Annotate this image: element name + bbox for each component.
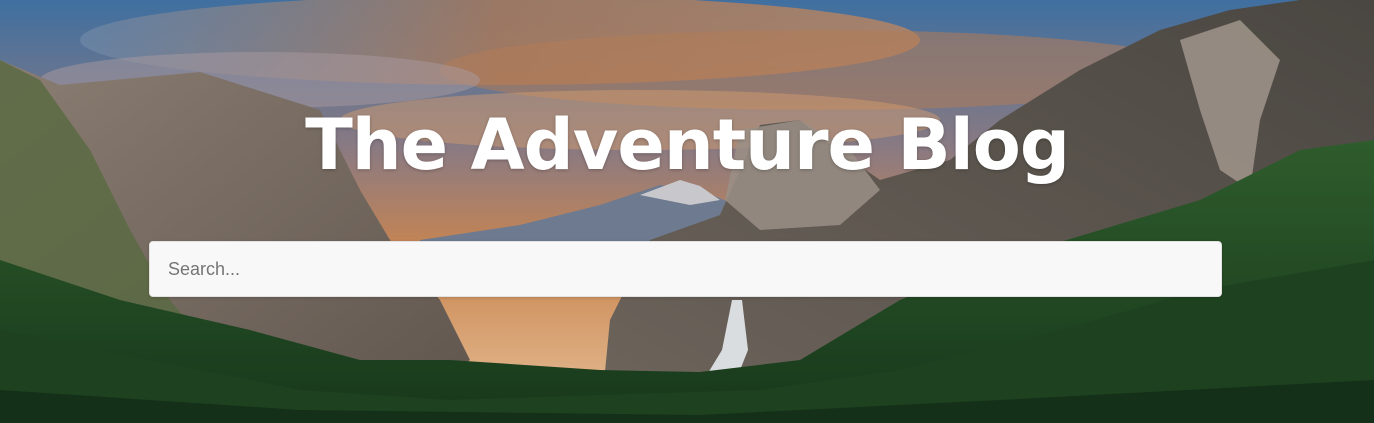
page-title: The Adventure Blog	[305, 104, 1070, 186]
search-bar	[149, 241, 1222, 297]
search-input[interactable]	[149, 241, 1222, 297]
hero-background-image	[0, 0, 1374, 423]
hero-banner: The Adventure Blog	[0, 0, 1374, 423]
